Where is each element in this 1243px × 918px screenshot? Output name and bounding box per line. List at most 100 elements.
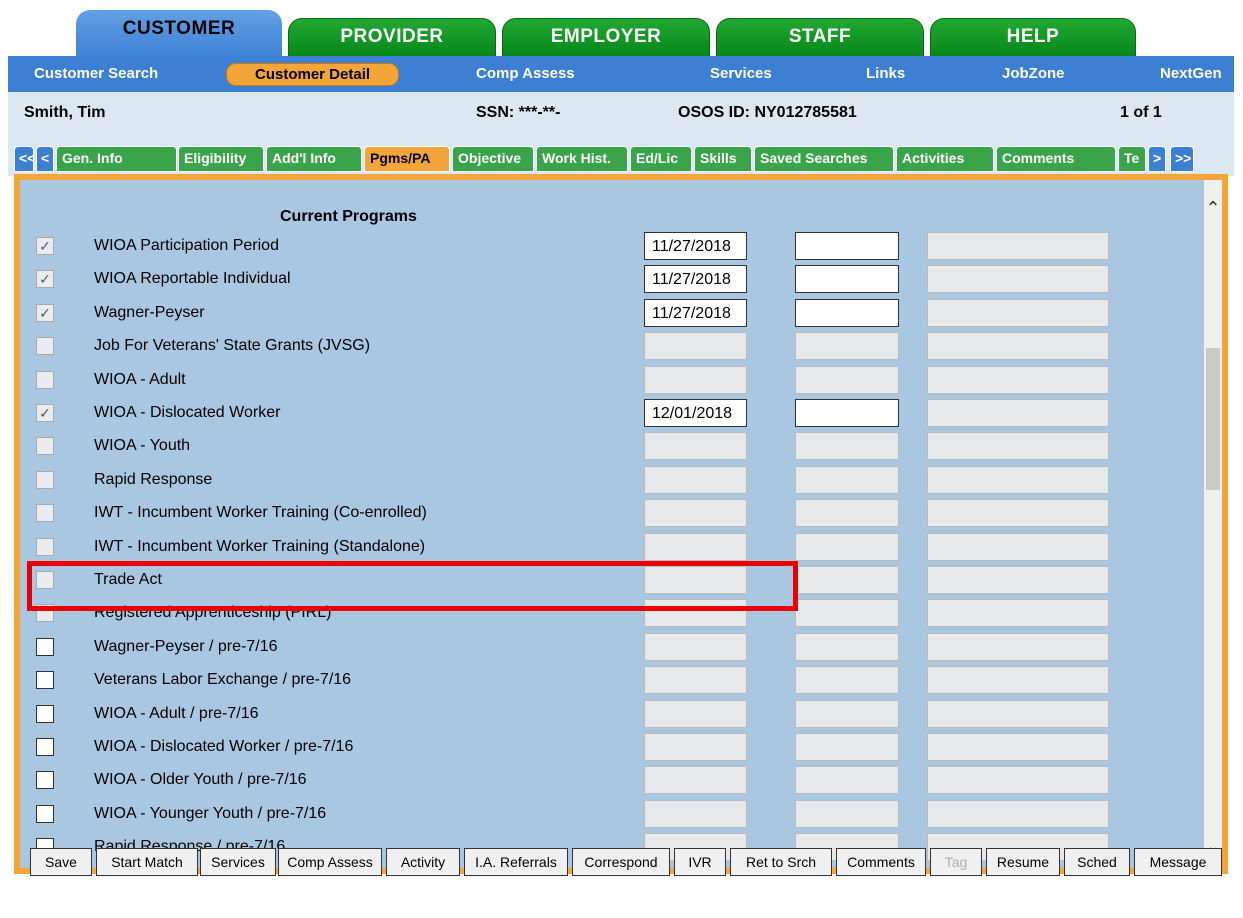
program-extra-field [927, 799, 1109, 828]
program-extra-field [927, 766, 1109, 795]
program-end-date-field[interactable] [795, 399, 899, 427]
sched-button[interactable]: Sched [1064, 848, 1130, 876]
message-button[interactable]: Message [1134, 848, 1222, 876]
program-row: Rapid Response [20, 464, 1204, 497]
program-checkbox[interactable] [36, 671, 54, 690]
ivr-button[interactable]: IVR [674, 848, 726, 876]
nav-comp-assess[interactable]: Comp Assess [476, 65, 575, 82]
nav-customer-search[interactable]: Customer Search [34, 65, 158, 82]
tab-help[interactable]: HELP [930, 18, 1136, 56]
ret-to-srch-button[interactable]: Ret to Srch [730, 848, 832, 876]
correspond-button[interactable]: Correspond [572, 848, 670, 876]
record-count: 1 of 1 [1120, 104, 1162, 121]
nav-customer-detail[interactable]: Customer Detail [226, 63, 400, 86]
tab-prev-arrow[interactable]: < [36, 146, 54, 172]
tag-button: Tag [930, 848, 982, 876]
program-checkbox[interactable] [36, 804, 54, 823]
tab-provider[interactable]: PROVIDER [288, 18, 496, 56]
tab-activities[interactable]: Activities [896, 146, 994, 172]
tab-staff[interactable]: STAFF [716, 18, 924, 56]
tab-last-arrow[interactable]: >> [1170, 146, 1194, 172]
program-label: Rapid Response [94, 470, 213, 488]
program-start-date-field [644, 432, 747, 461]
program-end-date-field[interactable] [795, 298, 899, 327]
tab-objective[interactable]: Objective [452, 146, 534, 172]
program-checkbox: ✓ [36, 237, 54, 255]
program-start-date-field[interactable]: 11/27/2018 [644, 265, 747, 294]
program-label: WIOA - Dislocated Worker [94, 404, 281, 421]
program-row: IWT - Incumbent Worker Training (Standal… [20, 531, 1204, 564]
program-end-date-field [795, 465, 899, 494]
program-checkbox[interactable] [36, 704, 54, 723]
program-row: ✓ Wagner-Peyser 11/27/2018 [20, 297, 1204, 330]
resume-button[interactable]: Resume [986, 848, 1060, 876]
program-start-date-field [644, 465, 747, 494]
nav-jobzone[interactable]: JobZone [1002, 65, 1065, 82]
tab-eligibility[interactable]: Eligibility [178, 146, 264, 172]
nav-nextgen[interactable]: NextGen [1160, 65, 1222, 82]
tab-te[interactable]: Te [1118, 146, 1146, 172]
save-button[interactable]: Save [30, 848, 92, 876]
tab-ed-lic[interactable]: Ed/Lic [630, 146, 692, 172]
ia-referrals-button[interactable]: I.A. Referrals [464, 848, 568, 876]
program-row: WIOA - Dislocated Worker / pre-7/16 [20, 731, 1204, 764]
program-row: Wagner-Peyser / pre-7/16 [20, 631, 1204, 664]
program-row: ✓ WIOA - Dislocated Worker 12/01/2018 [20, 397, 1204, 430]
comments-button[interactable]: Comments [836, 848, 926, 876]
program-label: WIOA - Adult [94, 370, 186, 388]
tab-addl-info[interactable]: Add'l Info [266, 146, 362, 172]
program-checkbox[interactable] [36, 738, 54, 756]
programs-list[interactable]: Current Programs ✓ WIOA Participation Per… [20, 180, 1204, 868]
tab-next-arrow[interactable]: > [1148, 146, 1166, 172]
scroll-up-icon[interactable]: ⌃ [1204, 198, 1222, 220]
program-row: WIOA - Older Youth / pre-7/16 [20, 764, 1204, 797]
program-end-date-field [795, 733, 899, 761]
tab-gen-info[interactable]: Gen. Info [56, 146, 177, 172]
services-button[interactable]: Services [200, 848, 276, 876]
program-label: WIOA - Youth [94, 437, 191, 455]
program-extra-field [927, 599, 1109, 628]
tab-customer[interactable]: CUSTOMER [76, 10, 282, 56]
program-start-date-field [644, 632, 747, 661]
program-start-date-field [644, 332, 747, 361]
program-end-date-field [795, 365, 899, 394]
nav-links[interactable]: Links [866, 65, 905, 82]
program-end-date-field[interactable] [795, 232, 899, 260]
program-checkbox[interactable] [36, 637, 54, 656]
program-extra-field [927, 232, 1109, 260]
program-end-date-field [795, 799, 899, 828]
tab-saved-searches[interactable]: Saved Searches [754, 146, 894, 172]
program-start-date-field[interactable]: 12/01/2018 [644, 399, 747, 427]
program-end-date-field [795, 766, 899, 795]
program-checkbox[interactable] [36, 771, 54, 790]
program-extra-field [927, 666, 1109, 695]
program-extra-field [927, 432, 1109, 461]
program-start-date-field[interactable]: 11/27/2018 [644, 298, 747, 327]
nav-bar: Customer Search Customer Detail Comp Ass… [8, 56, 1234, 92]
tab-first-arrow[interactable]: << [14, 146, 34, 172]
tab-pgms-pa[interactable]: Pgms/PA [364, 146, 450, 172]
comp-assess-button[interactable]: Comp Assess [278, 848, 382, 876]
tab-comments[interactable]: Comments [996, 146, 1116, 172]
program-label: Job For Veterans' State Grants (JVSG) [94, 337, 371, 355]
vertical-scrollbar[interactable]: ⌃ ⌄ [1204, 180, 1222, 868]
program-checkbox [36, 537, 54, 556]
program-start-date-field [644, 733, 747, 761]
start-match-button[interactable]: Start Match [96, 848, 198, 876]
program-label: WIOA - Younger Youth / pre-7/16 [94, 804, 327, 822]
activity-button[interactable]: Activity [386, 848, 460, 876]
program-start-date-field [644, 666, 747, 695]
tab-work-hist[interactable]: Work Hist. [536, 146, 628, 172]
highlight-box [27, 561, 798, 611]
program-start-date-field [644, 532, 747, 561]
program-extra-field [927, 733, 1109, 761]
program-end-date-field [795, 666, 899, 695]
scroll-thumb[interactable] [1206, 348, 1220, 490]
program-end-date-field[interactable] [795, 265, 899, 294]
nav-services[interactable]: Services [710, 65, 772, 82]
program-row: Job For Veterans' State Grants (JVSG) [20, 330, 1204, 363]
tab-skills[interactable]: Skills [694, 146, 752, 172]
program-start-date-field[interactable]: 11/27/2018 [644, 232, 747, 260]
program-checkbox: ✓ [36, 303, 54, 322]
tab-employer[interactable]: EMPLOYER [502, 18, 710, 56]
